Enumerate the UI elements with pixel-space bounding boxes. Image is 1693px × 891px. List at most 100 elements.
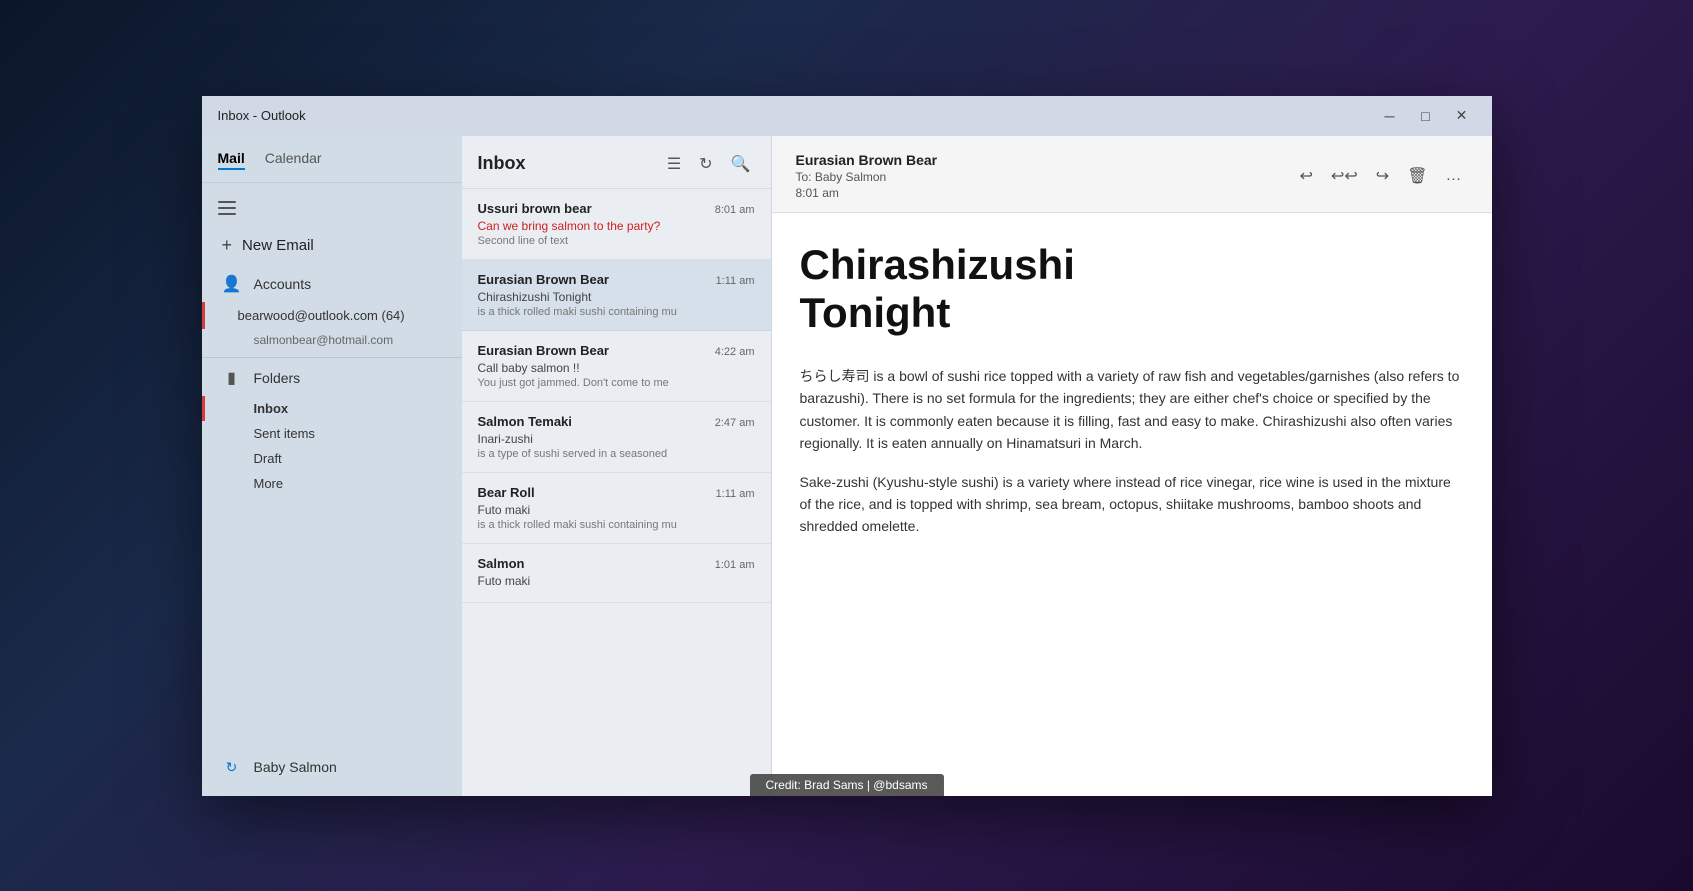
email-to: To: Baby Salmon (796, 170, 938, 184)
credit-bar: Credit: Brad Sams | @bdsams (749, 774, 943, 796)
email-sender: Salmon Temaki (478, 414, 572, 429)
email-subject: Futo maki (478, 503, 755, 517)
reading-pane: Eurasian Brown Bear To: Baby Salmon 8:01… (772, 136, 1492, 796)
email-meta: Eurasian Brown Bear To: Baby Salmon 8:01… (796, 152, 938, 200)
email-time: 1:11 am (716, 275, 755, 287)
email-title-line2: Tonight (800, 289, 951, 336)
email-big-title: Chirashizushi Tonight (800, 241, 1464, 338)
sidebar-item-baby-salmon[interactable]: ↻ Baby Salmon (202, 751, 462, 784)
email-received-date: 8:01 am (796, 186, 938, 200)
email-preview: is a type of sushi served in a seasoned (478, 448, 755, 460)
hamburger-menu-button[interactable] (202, 191, 242, 225)
title-bar-controls: ─ □ ✕ (1376, 102, 1476, 130)
primary-account-email: bearwood@outlook.com (64) (238, 308, 405, 323)
tab-calendar[interactable]: Calendar (265, 148, 322, 170)
divider (202, 357, 462, 358)
close-button[interactable]: ✕ (1448, 102, 1476, 130)
email-sender: Ussuri brown bear (478, 201, 592, 216)
search-button[interactable]: 🔍 (727, 150, 755, 178)
email-items: Ussuri brown bear 8:01 am Can we bring s… (462, 189, 771, 796)
email-item-header: Eurasian Brown Bear 1:11 am (478, 272, 755, 287)
plus-icon: + (222, 235, 233, 256)
email-time: 8:01 am (715, 204, 755, 216)
email-subject: Chirashizushi Tonight (478, 290, 755, 304)
minimize-button[interactable]: ─ (1376, 102, 1404, 130)
hamburger-line (218, 213, 236, 215)
folder-inbox[interactable]: Inbox (202, 396, 462, 421)
more-actions-button[interactable]: … (1440, 161, 1468, 191)
email-subject: Futo maki (478, 574, 755, 588)
nav-tabs: Mail Calendar (202, 148, 462, 183)
secondary-account-email: salmonbear@hotmail.com (254, 333, 394, 347)
draft-folder-label: Draft (254, 451, 282, 466)
tab-mail[interactable]: Mail (218, 148, 245, 170)
delete-button[interactable]: 🗑 (1401, 160, 1433, 192)
email-preview: Second line of text (478, 235, 755, 247)
reading-pane-header: Eurasian Brown Bear To: Baby Salmon 8:01… (772, 136, 1492, 213)
new-email-button[interactable]: + New Email (202, 225, 462, 266)
reply-button[interactable]: ↩ (1294, 160, 1319, 192)
inbox-title: Inbox (478, 153, 526, 174)
hamburger-line (218, 201, 236, 203)
email-item-header: Bear Roll 1:11 am (478, 485, 755, 500)
email-preview: is a thick rolled maki sushi containing … (478, 306, 755, 318)
list-toolbar: ☰ ↻ 🔍 (663, 150, 755, 178)
refresh-icon: ↻ (222, 759, 242, 776)
email-sender: Salmon (478, 556, 525, 571)
folder-icon: ▮ (222, 368, 242, 388)
email-time: 1:11 am (716, 488, 755, 500)
email-body-paragraph-1: ちらし寿司 is a bowl of sushi rice topped wit… (800, 365, 1464, 455)
new-email-label: New Email (242, 237, 314, 254)
email-time: 4:22 am (715, 346, 755, 358)
email-item-header: Salmon Temaki 2:47 am (478, 414, 755, 429)
folders-label: Folders (254, 370, 301, 386)
sidebar-item-more[interactable]: More (202, 471, 462, 496)
folder-draft[interactable]: Draft (202, 446, 462, 471)
folder-sent[interactable]: Sent items (202, 421, 462, 446)
reading-content: Chirashizushi Tonight ちらし寿司 is a bowl of… (772, 213, 1492, 796)
list-item[interactable]: Eurasian Brown Bear 4:22 am Call baby sa… (462, 331, 771, 402)
email-subject: Inari-zushi (478, 432, 755, 446)
sidebar-item-folders[interactable]: ▮ Folders (202, 360, 462, 396)
email-subject: Call baby salmon !! (478, 361, 755, 375)
list-item[interactable]: Salmon 1:01 am Futo maki (462, 544, 771, 603)
sidebar: Mail Calendar + New Email 👤 Accounts bea… (202, 136, 462, 796)
window-title: Inbox - Outlook (218, 108, 306, 123)
forward-button[interactable]: ↪ (1370, 160, 1395, 192)
accounts-label: Accounts (254, 276, 312, 292)
email-from: Eurasian Brown Bear (796, 152, 938, 168)
email-sender: Eurasian Brown Bear (478, 343, 610, 358)
reading-toolbar: ↩ ↩↩ ↪ 🗑 … (1294, 160, 1468, 192)
list-view-button[interactable]: ☰ (663, 150, 685, 178)
email-item-header: Eurasian Brown Bear 4:22 am (478, 343, 755, 358)
reply-all-button[interactable]: ↩↩ (1325, 160, 1364, 192)
email-time: 1:01 am (715, 559, 755, 571)
list-item[interactable]: Salmon Temaki 2:47 am Inari-zushi is a t… (462, 402, 771, 473)
app-window: Inbox - Outlook ─ □ ✕ Mail Calendar + Ne… (202, 96, 1492, 796)
baby-salmon-label: Baby Salmon (254, 759, 337, 775)
hamburger-line (218, 207, 236, 209)
maximize-button[interactable]: □ (1412, 102, 1440, 130)
sent-folder-label: Sent items (254, 426, 315, 441)
title-bar: Inbox - Outlook ─ □ ✕ (202, 96, 1492, 136)
refresh-button[interactable]: ↻ (695, 150, 716, 178)
person-icon: 👤 (222, 274, 242, 294)
more-label: More (254, 476, 284, 491)
email-preview: You just got jammed. Don't come to me (478, 377, 755, 389)
app-body: Mail Calendar + New Email 👤 Accounts bea… (202, 136, 1492, 796)
email-subject: Can we bring salmon to the party? (478, 219, 755, 233)
sidebar-item-accounts[interactable]: 👤 Accounts (202, 266, 462, 302)
email-item-header: Salmon 1:01 am (478, 556, 755, 571)
email-time: 2:47 am (715, 417, 755, 429)
list-item[interactable]: Ussuri brown bear 8:01 am Can we bring s… (462, 189, 771, 260)
list-item[interactable]: Eurasian Brown Bear 1:11 am Chirashizush… (462, 260, 771, 331)
secondary-account[interactable]: salmonbear@hotmail.com (202, 329, 462, 355)
email-body-paragraph-2: Sake-zushi (Kyushu-style sushi) is a var… (800, 471, 1464, 538)
email-sender: Bear Roll (478, 485, 535, 500)
list-item[interactable]: Bear Roll 1:11 am Futo maki is a thick r… (462, 473, 771, 544)
email-sender: Eurasian Brown Bear (478, 272, 610, 287)
inbox-folder-label: Inbox (254, 401, 289, 416)
email-item-header: Ussuri brown bear 8:01 am (478, 201, 755, 216)
email-list-panel: Inbox ☰ ↻ 🔍 Ussuri brown bear 8:01 am Ca… (462, 136, 772, 796)
primary-account[interactable]: bearwood@outlook.com (64) (202, 302, 462, 329)
